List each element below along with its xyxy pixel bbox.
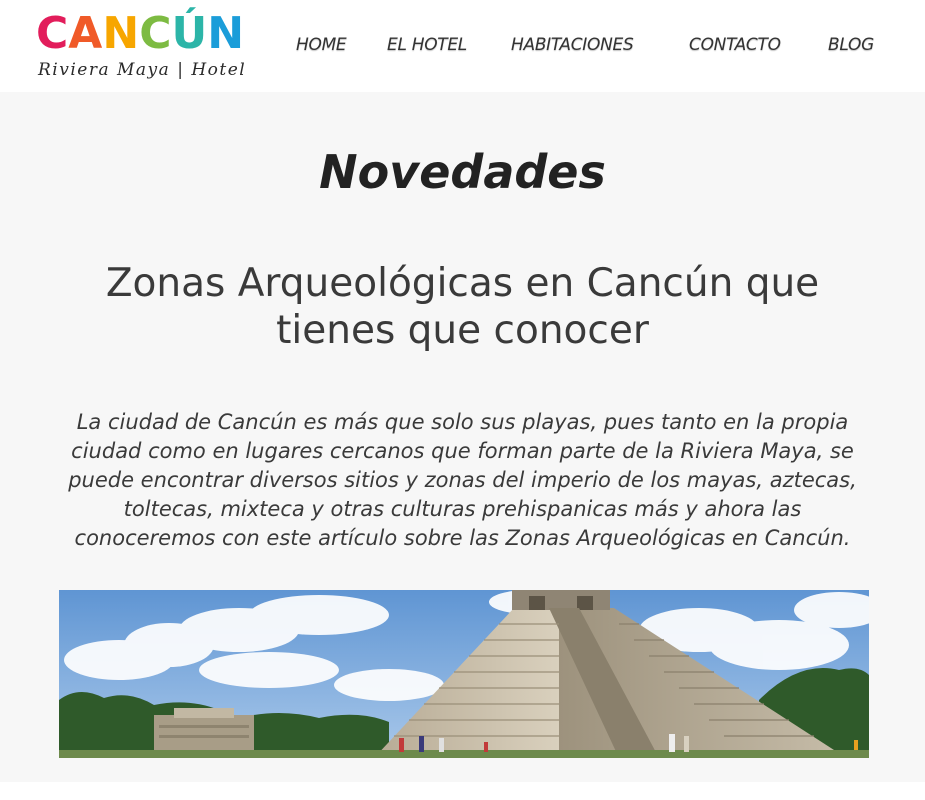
logo-letter: C bbox=[139, 8, 172, 59]
logo-wordmark: CANCÚN bbox=[36, 10, 244, 58]
section-title: Novedades bbox=[319, 145, 606, 199]
main-content: Novedades Zonas Arqueológicas en Cancún … bbox=[0, 92, 925, 782]
site-header: CANCÚN Riviera Maya | Hotel HOME EL HOTE… bbox=[0, 0, 925, 92]
nav-item-el-hotel[interactable]: EL HOTEL bbox=[387, 35, 467, 55]
logo-letter: C bbox=[36, 8, 69, 59]
nav-item-blog[interactable]: BLOG bbox=[828, 35, 874, 55]
pyramid-photo bbox=[59, 590, 869, 758]
footer-strip bbox=[0, 782, 925, 800]
site-logo[interactable]: CANCÚN Riviera Maya | Hotel bbox=[36, 4, 248, 82]
logo-letter: Ú bbox=[171, 8, 208, 59]
logo-letter: N bbox=[102, 8, 140, 59]
post-excerpt: La ciudad de Cancún es más que solo sus … bbox=[68, 410, 857, 550]
nav-item-contacto[interactable]: CONTACTO bbox=[689, 35, 781, 55]
post-featured-image[interactable] bbox=[59, 590, 869, 758]
logo-tagline: Riviera Maya | Hotel bbox=[38, 60, 247, 80]
main-navigation: HOME EL HOTEL HABITACIONES CONTACTO BLOG bbox=[296, 35, 905, 59]
nav-item-habitaciones[interactable]: HABITACIONES bbox=[511, 35, 634, 55]
nav-item-home[interactable]: HOME bbox=[296, 35, 347, 55]
post-title[interactable]: Zonas Arqueológicas en Cancún que tienes… bbox=[60, 260, 865, 354]
logo-letter: N bbox=[207, 8, 245, 59]
logo-letter: A bbox=[68, 8, 103, 59]
